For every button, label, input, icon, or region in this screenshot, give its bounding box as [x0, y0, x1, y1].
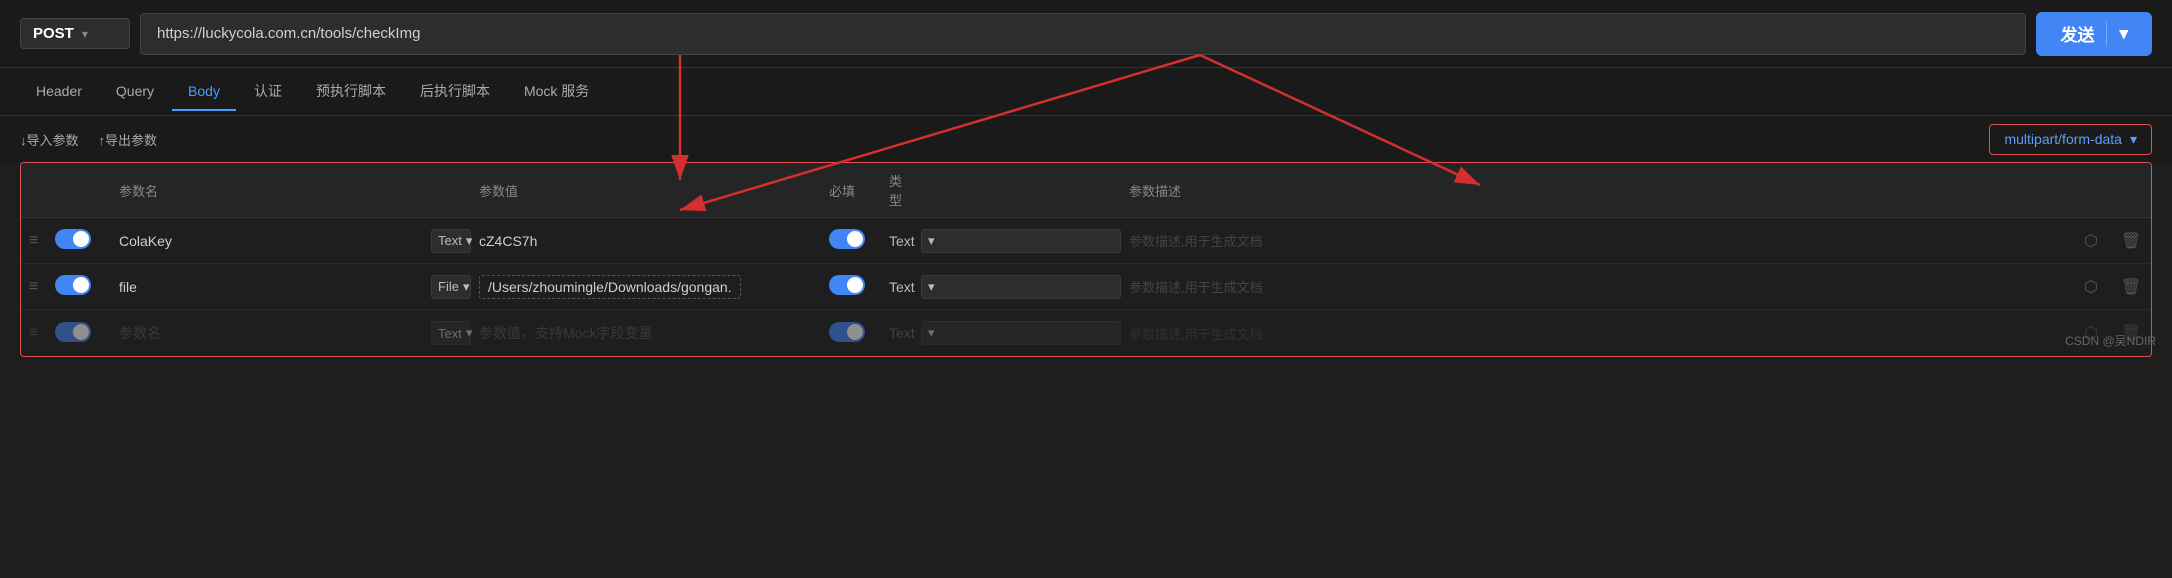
row3-description[interactable]: 参数描述,用于生成文档 [1121, 320, 2071, 347]
row1-toggle[interactable] [51, 229, 111, 252]
value-type-chevron-icon: ▾ [928, 233, 935, 249]
row1-value-type-selector[interactable]: ▾ [921, 229, 1121, 253]
tab-mock[interactable]: Mock 服务 [508, 71, 605, 113]
row1-enabled-toggle[interactable] [55, 229, 91, 249]
row3-toggle[interactable] [51, 322, 111, 345]
row2-value-type-label: Text [881, 279, 921, 295]
drag-handle-icon[interactable]: ≡ [21, 232, 51, 250]
table-header-row: 参数名 参数值 必填 类型 参数描述 [21, 163, 2151, 218]
method-value: POST [33, 25, 74, 42]
import-params-button[interactable]: ↓导入参数 [20, 130, 79, 149]
row1-param-name-input[interactable] [111, 229, 431, 253]
method-selector[interactable]: POST ▾ [20, 18, 130, 49]
params-table: 参数名 参数值 必填 类型 参数描述 ≡ Text ▾ [20, 162, 2152, 357]
tab-query[interactable]: Query [100, 73, 170, 111]
row3-enabled-toggle[interactable] [55, 322, 91, 342]
watermark: CSDN @吴NDIR [2065, 332, 2156, 349]
row2-enabled-toggle[interactable] [55, 275, 91, 295]
col-type-label-header: 类型 [881, 171, 921, 209]
send-chevron-icon: ▾ [2119, 24, 2128, 44]
row1-param-value-input[interactable] [471, 229, 761, 253]
row3-type-selector[interactable]: Text ▾ [431, 321, 471, 345]
toolbar: ↓导入参数 ↑导出参数 multipart/form-data ▾ [0, 116, 2172, 162]
tab-post-script[interactable]: 后执行脚本 [404, 71, 506, 113]
row3-required-enabled[interactable] [829, 322, 865, 342]
row2-toggle[interactable] [51, 275, 111, 298]
row3-value-type-selector[interactable]: ▾ [921, 321, 1121, 345]
row2-value-type-selector[interactable]: ▾ [921, 275, 1121, 299]
row2-file-value[interactable]: /Users/zhoumingle/Downloads/gongan. [479, 275, 741, 299]
row2-delete-icon[interactable]: 🗑 [2111, 277, 2151, 297]
col-desc-header: 参数描述 [1121, 181, 2071, 200]
row1-type-selector[interactable]: Text ▾ [431, 229, 471, 253]
row2-param-name-input[interactable] [111, 275, 431, 299]
row1-required-enabled[interactable] [829, 229, 865, 249]
row2-required-toggle[interactable] [821, 275, 881, 298]
send-btn-divider [2106, 22, 2107, 46]
top-bar: POST ▾ 发送 ▾ [0, 0, 2172, 68]
row1-description[interactable]: 参数描述,用于生成文档 [1121, 227, 2071, 254]
row1-required-toggle[interactable] [821, 229, 881, 252]
row2-type-selector[interactable]: File ▾ [431, 275, 471, 299]
type-chevron-icon: ▾ [463, 279, 470, 295]
row2-description[interactable]: 参数描述,用于生成文档 [1121, 273, 2071, 300]
send-button[interactable]: 发送 ▾ [2036, 12, 2152, 56]
col-required-header: 必填 [821, 181, 881, 200]
content-type-value: multipart/form-data [2004, 131, 2121, 147]
value-type-chevron-icon: ▾ [928, 325, 935, 341]
tab-pre-script[interactable]: 预执行脚本 [300, 71, 402, 113]
method-chevron-icon: ▾ [82, 27, 88, 41]
row1-value-type-label: Text [881, 233, 921, 249]
value-type-chevron-icon: ▾ [928, 279, 935, 295]
url-input[interactable] [140, 13, 2026, 55]
table-row: ≡ Text ▾ Text ▾ 参数描述,用于生成文档 ⬡ 🗑 [21, 218, 2151, 264]
drag-handle-icon[interactable]: ≡ [21, 278, 51, 296]
table-row: ≡ 参数名 Text ▾ 参数值，支持Mock字段变量 Text ▾ 参数描述,… [21, 310, 2151, 356]
content-type-chevron-icon: ▾ [2130, 131, 2137, 148]
col-param-name-header: 参数名 [111, 181, 431, 200]
row3-required-toggle[interactable] [821, 322, 881, 345]
table-row: ≡ File ▾ /Users/zhoumingle/Downloads/gon… [21, 264, 2151, 310]
row3-value-placeholder[interactable]: 参数值，支持Mock字段变量 [471, 319, 761, 347]
tab-body[interactable]: Body [172, 73, 236, 111]
drag-handle-icon[interactable]: ≡ [21, 324, 51, 342]
row2-required-enabled[interactable] [829, 275, 865, 295]
nav-tabs: Header Query Body 认证 预执行脚本 后执行脚本 Mock 服务 [0, 68, 2172, 116]
row1-copy-icon[interactable]: ⬡ [2071, 231, 2111, 251]
content-type-selector[interactable]: multipart/form-data ▾ [1989, 124, 2152, 155]
row2-copy-icon[interactable]: ⬡ [2071, 277, 2111, 297]
row3-param-name-placeholder[interactable]: 参数名 [111, 319, 431, 347]
row3-value-type-label: Text [881, 325, 921, 341]
col-param-value-header: 参数值 [471, 181, 761, 200]
tab-header[interactable]: Header [20, 73, 98, 111]
row1-delete-icon[interactable]: 🗑 [2111, 231, 2151, 251]
export-params-button[interactable]: ↑导出参数 [99, 130, 158, 149]
tab-auth[interactable]: 认证 [238, 71, 298, 113]
